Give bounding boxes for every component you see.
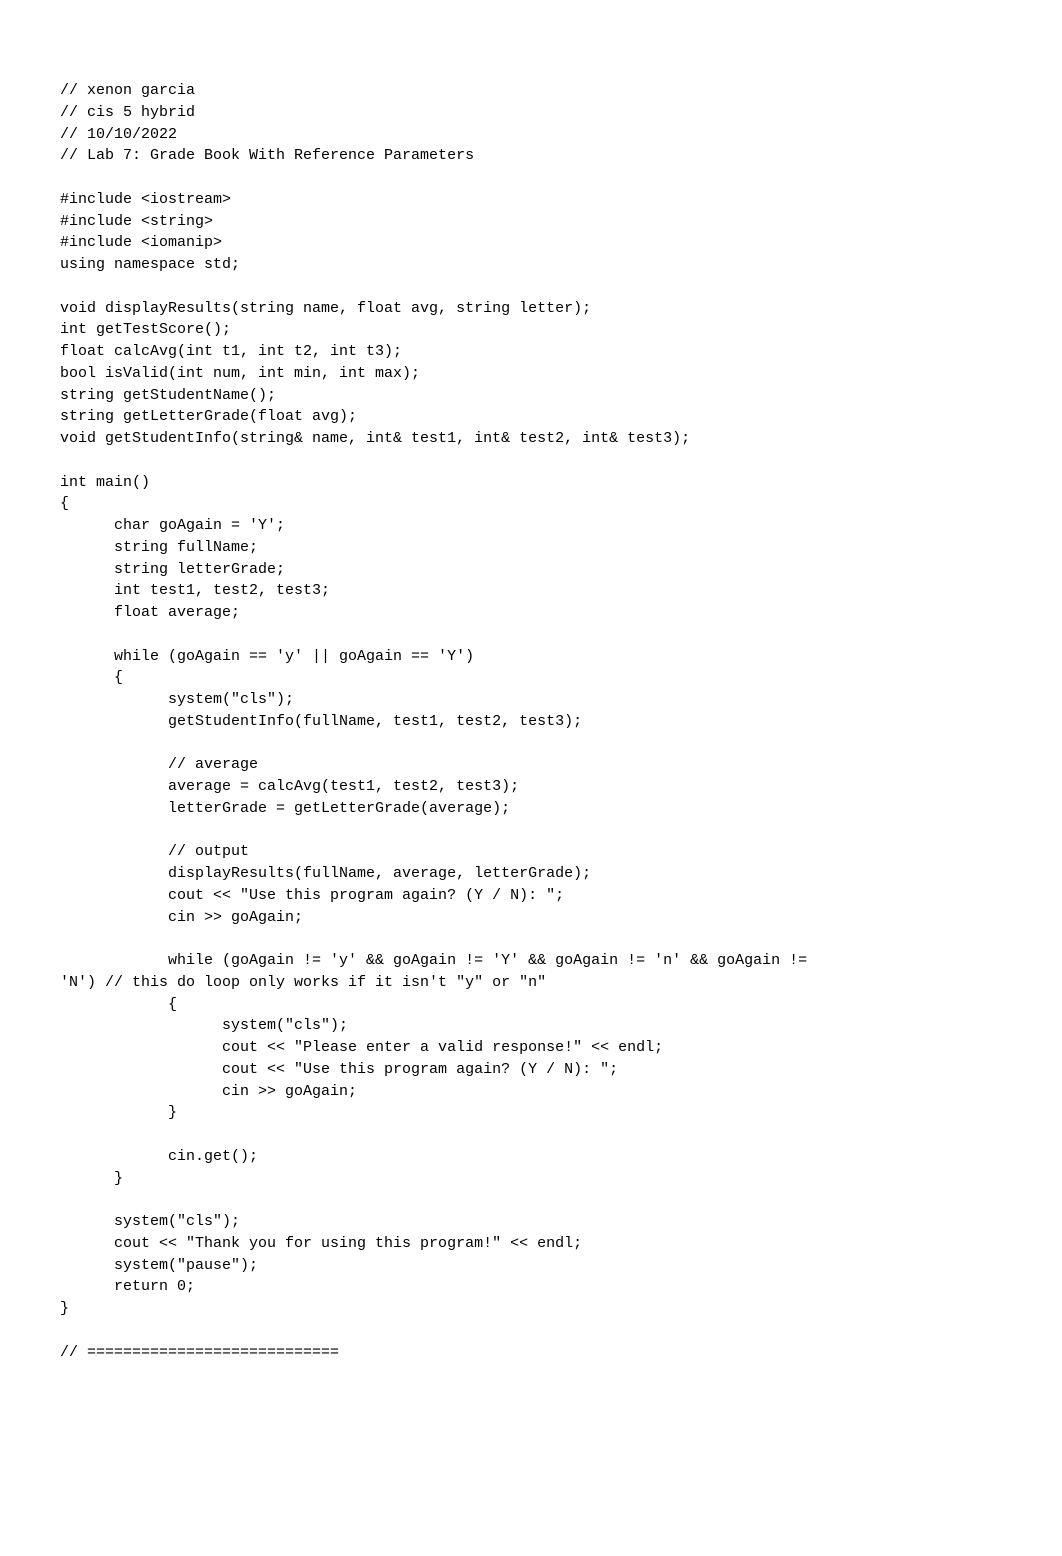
- code-block: // xenon garcia // cis 5 hybrid // 10/10…: [60, 80, 1002, 1363]
